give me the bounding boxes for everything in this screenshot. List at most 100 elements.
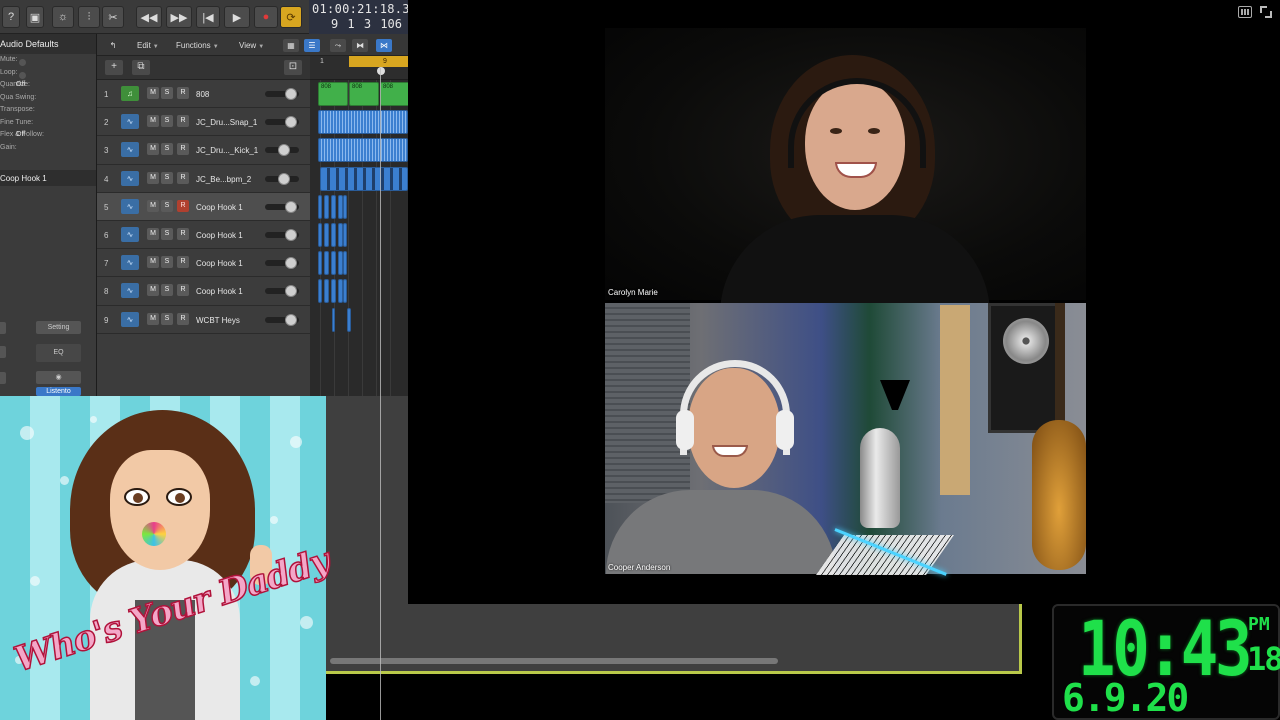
mute-button[interactable]: M (147, 115, 159, 128)
audio-region[interactable] (331, 279, 336, 304)
pan-slider[interactable] (265, 313, 299, 326)
record-arm-button[interactable]: R (177, 87, 189, 99)
pan-slider[interactable] (265, 257, 299, 270)
inspector-row[interactable]: Flex & Follow: Off (0, 131, 96, 144)
audio-region[interactable] (331, 194, 336, 219)
mute-button[interactable]: M (147, 227, 159, 240)
track-header[interactable]: 5 ∿ M S R Coop Hook 1 (97, 192, 310, 221)
fullscreen-icon[interactable] (1260, 6, 1272, 18)
audio-region[interactable] (343, 251, 347, 276)
inspector-row[interactable]: Transpose: (0, 106, 96, 119)
record-arm-button[interactable]: R (177, 256, 189, 269)
track-lane[interactable]: 808 808 808 (310, 80, 408, 108)
pan-knob[interactable] (284, 116, 297, 129)
midi-region[interactable]: 808 (318, 82, 348, 106)
audio-region[interactable] (318, 251, 322, 276)
grid-view-icon[interactable]: ▦ (283, 39, 299, 52)
pan-knob[interactable] (284, 228, 297, 241)
pan-knob[interactable] (277, 144, 290, 157)
audio-region[interactable] (318, 223, 322, 247)
flex-icon[interactable]: ⧓ (352, 39, 368, 52)
audio-region[interactable] (320, 166, 408, 191)
record-arm-button[interactable]: R (177, 143, 189, 156)
inspector-row[interactable]: Quantize: Off (0, 81, 96, 94)
automation-icon[interactable]: ⤳ (330, 39, 346, 52)
track-lane[interactable] (310, 136, 408, 164)
pan-slider[interactable] (265, 172, 299, 185)
solo-button[interactable]: S (161, 284, 173, 297)
audio-region[interactable] (318, 138, 408, 163)
record-arm-button[interactable]: R (177, 115, 189, 128)
duplicate-track-icon[interactable]: ⧉ (132, 60, 150, 75)
record-arm-button[interactable]: R (177, 171, 189, 184)
audio-region[interactable] (324, 279, 329, 304)
cycle-region[interactable] (349, 56, 408, 67)
record-arm-button[interactable]: R (177, 312, 189, 325)
audio-region[interactable] (324, 223, 329, 247)
view-menu[interactable]: View ▼ (239, 41, 264, 50)
solo-button[interactable]: S (161, 171, 173, 184)
track-settings-icon[interactable]: ⊡ (284, 60, 302, 75)
inspector-side-tab[interactable] (0, 372, 6, 384)
track-lane[interactable] (310, 108, 408, 136)
track-header[interactable]: 8 ∿ M S R Coop Hook 1 (97, 277, 310, 306)
pan-knob[interactable] (284, 285, 297, 298)
track-header[interactable]: 1 ♫ M S R 808 (97, 80, 310, 109)
edit-menu[interactable]: Edit ▼ (137, 41, 159, 50)
inspector-row[interactable]: Loop: (0, 69, 96, 82)
audio-region[interactable] (347, 307, 351, 332)
audio-region[interactable] (343, 279, 347, 304)
record-arm-button[interactable]: R (177, 284, 189, 297)
inspector-side-tab[interactable] (0, 346, 6, 358)
bar-ruler[interactable]: 1 9 (310, 56, 408, 80)
track-header[interactable]: 2 ∿ M S R JC_Dru...Snap_1 (97, 108, 310, 137)
mute-button[interactable]: M (147, 284, 159, 297)
play-icon[interactable]: ▶ (224, 6, 250, 28)
mute-button[interactable]: M (147, 87, 159, 99)
listento-button[interactable]: Listento (36, 387, 81, 396)
audio-region[interactable] (343, 223, 347, 247)
track-lane[interactable] (310, 306, 408, 334)
pan-slider[interactable] (265, 200, 299, 213)
track-header[interactable]: 3 ∿ M S R JC_Dru..._Kick_1 (97, 136, 310, 165)
audio-region[interactable] (331, 223, 336, 247)
toggle-dot[interactable] (19, 71, 26, 79)
track-lane[interactable] (310, 249, 408, 277)
solo-button[interactable]: S (161, 199, 173, 212)
playhead-handle[interactable] (377, 67, 385, 75)
track-header[interactable]: 7 ∿ M S R Coop Hook 1 (97, 249, 310, 278)
timeline-area[interactable]: 808 808 808 (310, 80, 408, 396)
track-lane[interactable] (310, 193, 408, 221)
audio-region[interactable] (318, 194, 322, 219)
back-arrow-icon[interactable]: ↰ (105, 39, 121, 52)
pan-knob[interactable] (284, 200, 297, 213)
solo-button[interactable]: S (161, 227, 173, 240)
toggle-dot[interactable] (19, 59, 26, 66)
pan-slider[interactable] (265, 285, 299, 298)
mute-button[interactable]: M (147, 199, 159, 212)
mixer-icon[interactable]: ⫶ (78, 6, 100, 28)
mute-button[interactable]: M (147, 256, 159, 269)
track-lane[interactable] (310, 277, 408, 305)
eq-button[interactable]: EQ (36, 344, 81, 362)
track-header[interactable]: 6 ∿ M S R Coop Hook 1 (97, 221, 310, 250)
help-icon[interactable]: ? (2, 6, 20, 28)
mute-button[interactable]: M (147, 171, 159, 184)
solo-button[interactable]: S (161, 256, 173, 269)
inspector-row[interactable]: Qua Swing: (0, 94, 96, 107)
snap-icon[interactable]: ⋈ (376, 39, 392, 52)
record-icon[interactable]: ● (254, 6, 278, 28)
rewind-icon[interactable]: ◀◀ (136, 6, 162, 28)
functions-menu[interactable]: Functions ▼ (176, 41, 219, 50)
mute-button[interactable]: M (147, 312, 159, 325)
track-header[interactable]: 9 ∿ M S R WCBT Heys (97, 306, 310, 334)
pan-slider[interactable] (265, 116, 299, 129)
audio-region[interactable] (343, 194, 347, 219)
pan-slider[interactable] (265, 228, 299, 241)
pan-slider[interactable] (265, 88, 299, 100)
track-lane[interactable] (310, 221, 408, 249)
settings-icon[interactable]: ☼ (52, 6, 74, 28)
inspector-side-tab[interactable] (0, 322, 6, 334)
list-view-icon[interactable]: ☰ (304, 39, 320, 52)
fast-forward-icon[interactable]: ▶▶ (166, 6, 192, 28)
